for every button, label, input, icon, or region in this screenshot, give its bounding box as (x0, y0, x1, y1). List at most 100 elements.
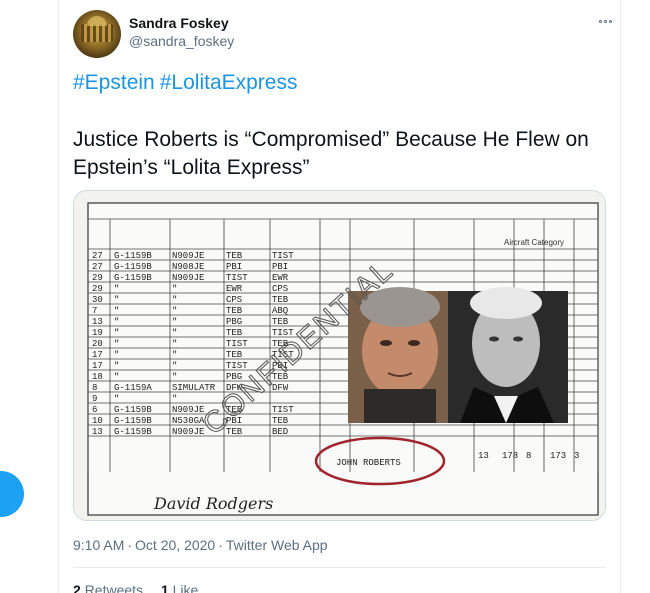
log-cell: TIST (226, 273, 248, 283)
log-cell: " (114, 317, 119, 327)
log-cell: " (114, 339, 119, 349)
log-cell: 13 (92, 317, 103, 327)
tweet-header: Sandra Foskey @sandra_foskey (73, 10, 613, 60)
log-cell: 17 (92, 361, 103, 371)
log-cell: 30 (92, 295, 103, 305)
log-cell: 29 (92, 284, 103, 294)
log-cell: TEB (226, 328, 243, 338)
retweets-stat[interactable]: 2 Retweets (73, 582, 143, 593)
log-cell: 18 (92, 372, 103, 382)
log-cell: 8 (92, 383, 97, 393)
log-cell: " (172, 361, 177, 371)
log-cell: " (172, 350, 177, 360)
log-cell: " (114, 284, 119, 294)
log-cell: TIST (226, 339, 248, 349)
log-cell: " (114, 394, 119, 404)
retweets-label: Retweets (84, 582, 144, 593)
log-cell: TEB (272, 295, 289, 305)
log-cell: 9 (92, 394, 97, 404)
log-cell: TEB (226, 251, 243, 261)
log-cell: " (172, 394, 177, 404)
log-total: 173 (550, 451, 566, 461)
log-cell: TIST (272, 251, 294, 261)
log-cell: " (172, 317, 177, 327)
tweet-time[interactable]: 9:10 AM (73, 537, 124, 553)
tweet: Sandra Foskey @sandra_foskey #Epstein #Lo… (59, 0, 620, 593)
circled-name: JOHN ROBERTS (336, 458, 401, 468)
log-cell: " (172, 295, 177, 305)
tweet-stats: 2 Retweets 1 Like (73, 582, 212, 593)
log-cell: SIMULATR (172, 383, 216, 393)
retweets-count: 2 (73, 582, 81, 593)
log-cell: TIST (272, 405, 294, 415)
aircraft-category-header: Aircraft Category (504, 238, 564, 247)
tweet-image[interactable]: 27 G-1159B N909JE TEB TIST 27 G-1159B N908JE PBI… (73, 190, 606, 521)
log-cell: " (172, 284, 177, 294)
log-cell: CPS (226, 295, 242, 305)
log-cell: G-1159B (114, 251, 152, 261)
flight-log-photo: 27 G-1159B N909JE TEB TIST27 G-1159B N908JE PBI… (74, 191, 605, 520)
log-cell: EWR (272, 273, 289, 283)
log-cell: 13 (92, 427, 103, 437)
tweet-source[interactable]: Twitter Web App (226, 537, 328, 553)
log-cell: " (114, 295, 119, 305)
log-cell: " (172, 372, 177, 382)
log-cell: TEB (226, 350, 243, 360)
log-cell: TEB (272, 317, 289, 327)
hashtag-link[interactable]: #LolitaExpress (160, 71, 298, 94)
log-cell: 29 (92, 273, 103, 283)
log-cell: N909JE (172, 427, 204, 437)
log-total: 13 (478, 451, 489, 461)
log-cell: " (114, 328, 119, 338)
log-cell: G-1159A (114, 383, 152, 393)
log-cell: " (114, 372, 119, 382)
compose-tweet-button[interactable] (0, 471, 24, 517)
likes-count: 1 (160, 582, 169, 593)
log-cell: G-1159B (114, 427, 152, 437)
log-cell: G-1159B (114, 262, 152, 272)
log-total: 3 (574, 451, 579, 461)
hashtag-link[interactable]: #Epstein (73, 71, 155, 94)
likes-label: Like (172, 582, 199, 593)
log-cell: N909JE (172, 251, 204, 261)
log-cell: CPS (272, 284, 288, 294)
log-cell: 27 (92, 251, 103, 261)
log-cell: " (114, 306, 119, 316)
log-cell: 19 (92, 328, 103, 338)
log-total: 178 (502, 451, 518, 461)
more-options-icon[interactable] (593, 12, 617, 30)
timeline-right-border (620, 0, 621, 593)
meta-separator: · (218, 537, 223, 553)
log-cell: N909JE (172, 273, 204, 283)
stats-divider (73, 567, 606, 568)
log-cell: " (172, 328, 177, 338)
log-cell: " (114, 350, 119, 360)
author-handle[interactable]: @sandra_foskey (129, 33, 234, 49)
log-cell: 6 (92, 405, 97, 415)
log-cell: " (114, 361, 119, 371)
log-cell: G-1159B (114, 273, 152, 283)
log-cell: " (172, 306, 177, 316)
log-cell: TIST (226, 361, 248, 371)
signature: David Rodgers (153, 494, 273, 513)
log-cell: 7 (92, 306, 97, 316)
roberts-photo (448, 287, 568, 423)
author-display-name[interactable]: Sandra Foskey (129, 15, 229, 31)
log-cell: PBI (226, 262, 242, 272)
log-cell: 27 (92, 262, 103, 272)
log-total: 8 (526, 451, 531, 461)
log-cell: PBG (226, 317, 242, 327)
log-cell: 20 (92, 339, 103, 349)
log-cell: BED (272, 427, 288, 437)
avatar[interactable] (73, 10, 121, 58)
tweet-date[interactable]: Oct 20, 2020 (135, 537, 215, 553)
likes-stat[interactable]: 1 Like (161, 582, 198, 593)
tweet-metadata: 9:10 AM · Oct 20, 2020 · Twitter Web App (73, 537, 328, 553)
tweet-text: Justice Roberts is “Compromised” Because… (73, 128, 589, 179)
log-cell: G-1159B (114, 405, 152, 415)
log-cell: 10 (92, 416, 103, 426)
log-cell: TEB (272, 416, 289, 426)
log-cell: EWR (226, 284, 243, 294)
log-cell: N908JE (172, 262, 204, 272)
log-cell: PBI (272, 262, 288, 272)
